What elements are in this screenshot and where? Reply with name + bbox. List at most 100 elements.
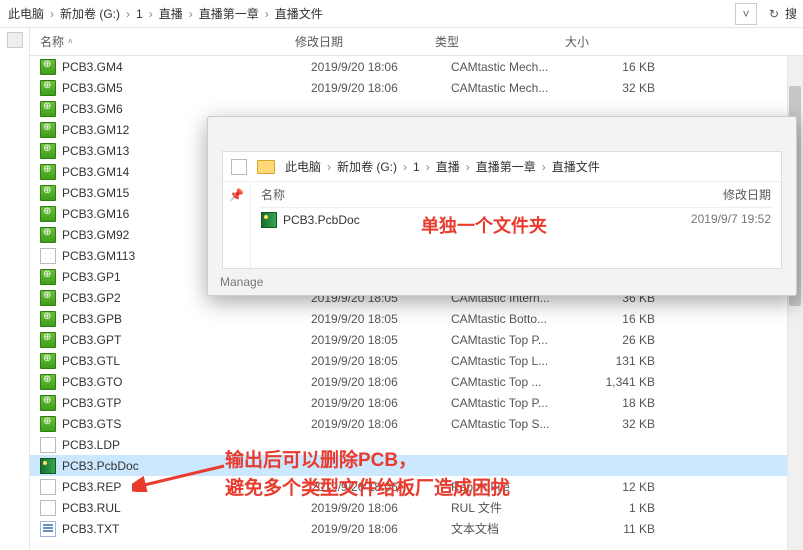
file-type: CAMtastic Top S... — [451, 417, 581, 431]
file-size: 16 KB — [581, 312, 661, 326]
file-date: 2019/9/20 18:06 — [311, 522, 451, 536]
file-name: PCB3.GM6 — [62, 102, 311, 116]
green-file-icon — [40, 206, 56, 222]
file-row[interactable]: PCB3.GPT2019/9/20 18:05CAMtastic Top P..… — [30, 329, 803, 350]
col-header-size[interactable]: 大小 — [565, 33, 645, 50]
overlay-breadcrumb: 此电脑 › 新加卷 (G:) › 1 › 直播 › 直播第一章 › 直播文件 — [223, 152, 781, 182]
file-row[interactable]: PCB3.GPB2019/9/20 18:05CAMtastic Botto..… — [30, 308, 803, 329]
crumb-folder[interactable]: 直播 — [157, 3, 185, 24]
file-date: 2019/9/20 18:05 — [311, 333, 451, 347]
file-date: 2019/9/20 18:06 — [311, 501, 451, 515]
file-size: 12 KB — [581, 480, 661, 494]
file-date: 2019/9/20 18:06 — [311, 81, 451, 95]
back-button[interactable] — [231, 159, 247, 175]
chevron-right-icon: › — [145, 7, 157, 21]
overlay-file-date: 2019/9/7 19:52 — [691, 212, 771, 226]
file-row[interactable]: PCB3.GTO2019/9/20 18:06CAMtastic Top ...… — [30, 371, 803, 392]
crumb-folder[interactable]: 直播第一章 — [197, 3, 261, 24]
col-header-name[interactable]: 名称 ˄ — [40, 33, 295, 50]
pcb-file-icon — [40, 458, 56, 474]
crumb-root[interactable]: 此电脑 — [6, 3, 46, 24]
manage-label: Manage — [220, 275, 263, 289]
txt-file-icon — [40, 521, 56, 537]
file-name: PCB3.TXT — [62, 522, 311, 536]
col-header-date[interactable]: 修改日期 — [295, 33, 435, 50]
crumb-root[interactable]: 此电脑 — [283, 156, 323, 177]
crumb-folder[interactable]: 直播第一章 — [474, 156, 538, 177]
annotation-line: 避免多个类型文件给板厂造成困扰 — [225, 475, 510, 503]
search-label: 搜 — [785, 7, 797, 21]
col-header-type[interactable]: 类型 — [435, 33, 565, 50]
chevron-right-icon: › — [462, 160, 474, 174]
overlay-col-name[interactable]: 名称 — [261, 186, 391, 203]
sort-caret-icon: ˄ — [68, 37, 73, 46]
file-row[interactable]: PCB3.GM52019/9/20 18:06CAMtastic Mech...… — [30, 77, 803, 98]
green-file-icon — [40, 416, 56, 432]
col-label: 修改日期 — [295, 35, 343, 49]
crumb-drive[interactable]: 新加卷 (G:) — [335, 156, 399, 177]
chevron-right-icon: › — [323, 160, 335, 174]
green-file-icon — [40, 374, 56, 390]
file-type: CAMtastic Top L... — [451, 354, 581, 368]
white-file-icon — [40, 479, 56, 495]
file-size: 1 KB — [581, 501, 661, 515]
green-file-icon — [40, 227, 56, 243]
file-date: 2019/9/20 18:05 — [311, 312, 451, 326]
chevron-right-icon: › — [46, 7, 58, 21]
crumb-folder[interactable]: 1 — [134, 5, 145, 23]
white-file-icon — [40, 437, 56, 453]
col-label: 修改日期 — [723, 188, 771, 202]
file-name: PCB3.GM5 — [62, 81, 311, 95]
chevron-right-icon: › — [185, 7, 197, 21]
file-date: 2019/9/20 18:06 — [311, 417, 451, 431]
crumb-folder[interactable]: 1 — [411, 158, 422, 176]
sidebar-icon[interactable] — [7, 32, 23, 48]
file-name: PCB3.GPB — [62, 312, 311, 326]
dropdown-button[interactable]: ˅ — [735, 3, 757, 25]
file-name: PCB3.PcbDoc — [283, 213, 360, 227]
file-row[interactable]: PCB3.GTL2019/9/20 18:05CAMtastic Top L..… — [30, 350, 803, 371]
file-name: PCB3.GTP — [62, 396, 311, 410]
file-type: CAMtastic Top P... — [451, 396, 581, 410]
refresh-icon: ↻ — [769, 7, 779, 21]
file-name: PCB3.GTL — [62, 354, 311, 368]
green-file-icon — [40, 101, 56, 117]
green-file-icon — [40, 59, 56, 75]
columns-header: 名称 ˄ 修改日期 类型 大小 — [30, 28, 803, 56]
refresh-button[interactable]: ↻ — [763, 3, 785, 25]
crumb-folder[interactable]: 直播 — [434, 156, 462, 177]
green-file-icon — [40, 290, 56, 306]
breadcrumb: 此电脑 › 新加卷 (G:) › 1 › 直播 › 直播第一章 › 直播文件 ˅… — [0, 0, 803, 28]
annotation-line: 输出后可以删除PCB， — [225, 447, 510, 475]
crumb-folder[interactable]: 直播文件 — [550, 156, 602, 177]
col-label: 名称 — [40, 33, 64, 50]
col-label: 大小 — [565, 35, 589, 49]
crumb-label: 新加卷 (G:) — [60, 5, 120, 22]
chevron-right-icon: › — [122, 7, 134, 21]
crumb-label: 直播第一章 — [199, 5, 259, 22]
sidebar — [0, 28, 30, 550]
file-row[interactable]: PCB3.TXT2019/9/20 18:06文本文档11 KB — [30, 518, 803, 539]
file-size: 1,341 KB — [581, 375, 661, 389]
crumb-label: 此电脑 — [285, 158, 321, 175]
file-row[interactable]: PCB3.GTS2019/9/20 18:06CAMtastic Top S..… — [30, 413, 803, 434]
pin-icon[interactable]: 📌 — [229, 188, 244, 202]
chevron-right-icon: › — [261, 7, 273, 21]
annotation-delete-note: 输出后可以删除PCB， 避免多个类型文件给板厂造成困扰 — [225, 447, 510, 502]
file-size: 16 KB — [581, 60, 661, 74]
file-type: CAMtastic Top P... — [451, 333, 581, 347]
white-file-icon — [40, 500, 56, 516]
crumb-label: 1 — [136, 7, 143, 21]
file-date: 2019/9/20 18:05 — [311, 354, 451, 368]
annotation-single-folder: 单独一个文件夹 — [421, 212, 547, 238]
green-file-icon — [40, 80, 56, 96]
crumb-drive[interactable]: 新加卷 (G:) — [58, 3, 122, 24]
file-row[interactable]: PCB3.GM42019/9/20 18:06CAMtastic Mech...… — [30, 56, 803, 77]
crumb-label: 直播 — [436, 158, 460, 175]
file-row[interactable]: PCB3.GTP2019/9/20 18:06CAMtastic Top P..… — [30, 392, 803, 413]
overlay-popup: 此电脑 › 新加卷 (G:) › 1 › 直播 › 直播第一章 › 直播文件 📌… — [207, 116, 797, 296]
overlay-col-date[interactable]: 修改日期 — [723, 186, 771, 203]
crumb-folder[interactable]: 直播文件 — [273, 3, 325, 24]
search-button[interactable]: 搜 — [785, 5, 797, 22]
file-size: 18 KB — [581, 396, 661, 410]
